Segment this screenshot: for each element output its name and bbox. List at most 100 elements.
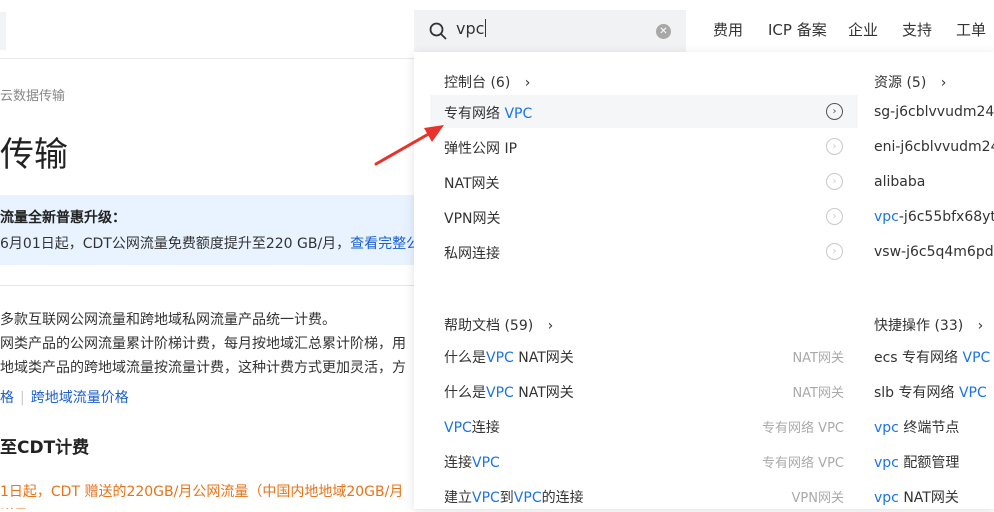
right-suggestion-item[interactable]: slb 专有网络 VPC (874, 382, 987, 402)
chevron-circle-icon[interactable]: › (826, 138, 843, 155)
quick-actions-group-title: 快捷操作 (874, 318, 930, 334)
nav-ticket[interactable]: 工单 (956, 19, 986, 40)
doc-suggestion-item[interactable]: 连接VPC 专有网络 VPC (430, 444, 858, 477)
doc-suggestion-item[interactable]: VPC连接 专有网络 VPC (430, 409, 858, 442)
page-content: 云数据传输 传输 流量全新普惠升级： 6月01日起，CDT公网流量免费额度提升至… (0, 59, 414, 509)
right-suggestion-item[interactable]: vpc 配额管理 (874, 452, 959, 472)
chevron-right-icon: › (940, 75, 947, 91)
right-suggestion-item[interactable]: sg-j6cblvvudm245 (874, 104, 994, 120)
page-title: 传输 (0, 135, 68, 175)
suggestion-label: 什么是VPC NAT网关 (444, 382, 574, 402)
label-text: 的连接 (541, 490, 584, 506)
label-text: 配额管理 (898, 455, 960, 471)
console-suggestion-item[interactable]: 私网连接 › (430, 235, 858, 268)
suggestion-label: 弹性公网 IP (444, 138, 517, 158)
console-suggestion-item[interactable]: VPN网关 › (430, 200, 858, 233)
doc-suggestion-item[interactable]: 什么是VPC NAT网关 NAT网关 (430, 339, 858, 372)
label-text: alibaba (874, 174, 926, 190)
quick-actions-group-count: (33) (934, 318, 964, 334)
global-search-box[interactable] (414, 10, 686, 52)
section-title: 至CDT计费 (0, 438, 90, 458)
keyword-highlight: VPC (486, 350, 514, 366)
console-group-header[interactable]: 控制台 (6) › (444, 72, 530, 92)
label-text: 什么是 (444, 385, 486, 401)
search-input[interactable]: vpc (456, 19, 487, 38)
search-suggestion-dropdown: 控制台 (6) › 专有网络 VPC › 弹性公网 IP › NAT网关 › VPN网关 › 私… (414, 52, 994, 509)
label-text: 终端节点 (898, 420, 960, 436)
label-text: vsw-j6c5q4m6pdu (874, 244, 994, 260)
notice-banner: 流量全新普惠升级： 6月01日起，CDT公网流量免费额度提升至220 GB/月，… (0, 195, 414, 265)
nav-support[interactable]: 支持 (902, 19, 932, 40)
promo-text: 1日起，CDT 赠送的220GB/月公网流量（中国内地地域20GB/月 (0, 484, 404, 500)
resources-group-count: (5) (906, 75, 927, 91)
notice-link[interactable]: 查看完整公 (350, 236, 414, 252)
suggestion-label: 专有网络 VPC (444, 103, 532, 123)
nav-enterprise[interactable]: 企业 (848, 19, 878, 40)
chevron-circle-icon[interactable]: › (826, 173, 843, 190)
breadcrumb[interactable]: 云数据传输 (0, 85, 65, 104)
label-text: 建立 (444, 490, 472, 506)
right-suggestion-item[interactable]: vpc-j6c55bfx68ytu (874, 209, 994, 225)
label-text: NAT网关 (898, 490, 959, 506)
right-suggestion-item[interactable]: vpc 终端节点 (874, 417, 959, 437)
description-line: 多款互联网公网流量和跨地域私网流量产品统一计费。 (0, 312, 336, 328)
keyword-highlight: VPC (486, 385, 514, 401)
label-text: 连接 (444, 455, 472, 471)
keyword-highlight: VPC (444, 420, 472, 436)
suggestion-column-right: 资源 (5) › sg-j6cblvvudm245 eni-j6cblvvudm2… (858, 52, 994, 509)
doc-product-tag: NAT网关 (792, 351, 844, 366)
chevron-circle-icon[interactable]: › (826, 208, 843, 225)
promo-text-more[interactable]: 详见 (0, 505, 28, 509)
keyword-highlight: vpc (874, 455, 899, 471)
docs-group-title: 帮助文档 (444, 318, 500, 334)
label-text: -j6c55bfx68ytu (898, 209, 994, 225)
doc-suggestion-item[interactable]: 建立VPC到VPC的连接 VPN网关 (430, 479, 858, 512)
right-suggestion-item[interactable]: ecs 专有网络 VPC (874, 347, 990, 367)
suggestion-label: VPN网关 (444, 208, 501, 228)
suggestion-label: 私网连接 (444, 243, 500, 263)
right-suggestion-item[interactable]: alibaba (874, 174, 925, 190)
suggestion-label: 连接VPC (444, 452, 500, 472)
resources-group-header[interactable]: 资源 (5) › (874, 72, 946, 92)
keyword-highlight: vpc (874, 209, 899, 225)
notice-text: 6月01日起，CDT公网流量免费额度提升至220 GB/月，查看完整公 (0, 233, 414, 253)
notice-body: 6月01日起，CDT公网流量免费额度提升至220 GB/月， (0, 236, 351, 252)
cross-region-price-link[interactable]: 跨地域流量价格 (31, 390, 129, 406)
docs-group-count: (59) (504, 318, 534, 334)
quick-actions-group-header[interactable]: 快捷操作 (33) › (874, 315, 983, 335)
right-suggestion-item[interactable]: vsw-j6c5q4m6pdu (874, 244, 994, 260)
notice-title: 流量全新普惠升级： (0, 210, 126, 226)
keyword-highlight: VPC (958, 385, 987, 401)
doc-suggestion-item[interactable]: 什么是VPC NAT网关 NAT网关 (430, 374, 858, 407)
description-line: 地域类产品的跨地域流量按流量计费，这种计费方式更加灵活，方 (0, 360, 406, 376)
clear-search-icon[interactable]: ✕ (656, 24, 671, 39)
annotation-arrow-icon (374, 125, 444, 166)
label-text: 专有网络 (444, 106, 505, 122)
right-suggestion-item[interactable]: vpc NAT网关 (874, 487, 959, 507)
chevron-right-icon: › (524, 75, 531, 91)
keyword-highlight: VPC (472, 490, 500, 506)
description-line: 网类产品的公网流量累计阶梯计费，每月按地域汇总累计阶梯，用 (0, 336, 406, 352)
price-link[interactable]: 格 (0, 390, 14, 406)
chevron-circle-icon[interactable]: › (826, 103, 843, 120)
docs-group-header[interactable]: 帮助文档 (59) › (444, 315, 553, 335)
topbar-left-element[interactable] (0, 12, 6, 50)
label-text: NAT网关 (444, 176, 500, 192)
label-text: 到 (499, 490, 514, 506)
label-text: NAT网关 (513, 350, 574, 366)
doc-product-tag: 专有网络 VPC (762, 421, 844, 436)
console-suggestion-item[interactable]: NAT网关 › (430, 165, 858, 198)
keyword-highlight: VPC (472, 455, 500, 471)
right-suggestion-item[interactable]: eni-j6cblvvudm245 (874, 139, 994, 155)
chevron-circle-icon[interactable]: › (826, 243, 843, 260)
label-text: eni-j6cblvvudm245 (874, 139, 994, 155)
price-links: 格 | 跨地域流量价格 (0, 387, 129, 407)
label-text: 弹性公网 IP (444, 141, 518, 157)
doc-product-tag: 专有网络 VPC (762, 456, 844, 471)
suggestion-label: 什么是VPC NAT网关 (444, 347, 574, 367)
console-group-title: 控制台 (444, 75, 486, 91)
console-suggestion-item[interactable]: 弹性公网 IP › (430, 130, 858, 163)
nav-icp[interactable]: ICP 备案 (768, 19, 827, 40)
nav-billing[interactable]: 费用 (713, 19, 743, 40)
console-suggestion-item[interactable]: 专有网络 VPC › (430, 95, 858, 128)
